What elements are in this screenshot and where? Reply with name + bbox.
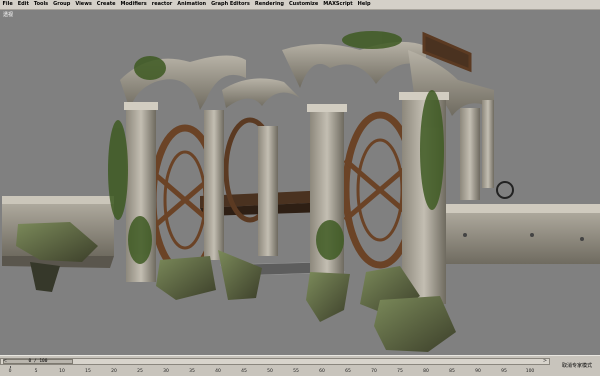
tick-label: 80 — [423, 369, 429, 374]
tick-label: 55 — [293, 369, 299, 374]
status-bar: 0 / 100 < > 0 5 10 15 20 25 30 35 40 45 … — [0, 355, 600, 376]
tick-label: 15 — [85, 369, 91, 374]
menu-customize[interactable]: Customize — [286, 0, 320, 9]
tick-label: 75 — [397, 369, 403, 374]
tick-label: 40 — [215, 369, 221, 374]
tick-label: 100 — [525, 369, 535, 374]
tick-label: 60 — [319, 369, 325, 374]
tick-label: 70 — [371, 369, 377, 374]
right-wall — [446, 204, 600, 264]
menu-tools[interactable]: Tools — [31, 0, 50, 9]
tick-label: 85 — [449, 369, 455, 374]
menu-edit[interactable]: Edit — [15, 0, 31, 9]
tick-mark — [10, 366, 11, 368]
expert-mode-button[interactable]: 取消专家模式 — [562, 362, 592, 369]
next-frame-arrow-icon[interactable]: > — [541, 359, 549, 364]
menu-bar: File Edit Tools Group Views Create Modif… — [0, 0, 600, 10]
menu-rendering[interactable]: Rendering — [252, 0, 286, 9]
rocks — [16, 222, 456, 352]
menu-help[interactable]: Help — [355, 0, 373, 9]
prev-frame-arrow-icon[interactable]: < — [1, 359, 9, 364]
scene-render — [2, 31, 600, 352]
metal-gear — [496, 181, 514, 199]
tick-label: 45 — [241, 369, 247, 374]
timeline-ruler[interactable]: 0 5 10 15 20 25 30 35 40 45 50 55 60 65 … — [0, 366, 550, 375]
time-slider[interactable]: 0 / 100 < > — [0, 358, 550, 365]
3dsmax-window: File Edit Tools Group Views Create Modif… — [0, 0, 600, 376]
perspective-viewport[interactable]: 透视 — [0, 10, 600, 355]
tick-label: 50 — [267, 369, 273, 374]
menu-animation[interactable]: Animation — [175, 0, 209, 9]
tick-label: 65 — [345, 369, 351, 374]
menu-file[interactable]: File — [0, 0, 15, 9]
time-slider-thumb[interactable]: 0 / 100 — [3, 359, 73, 364]
tick-label: 90 — [475, 369, 481, 374]
tick-label: 0 — [8, 369, 12, 374]
menu-modifiers[interactable]: Modifiers — [118, 0, 149, 9]
menu-reactor[interactable]: reactor — [149, 0, 175, 9]
menu-maxscript[interactable]: MAXScript — [321, 0, 355, 9]
menu-views[interactable]: Views — [73, 0, 94, 9]
tick-label: 30 — [163, 369, 169, 374]
menu-graph-editors[interactable]: Graph Editors — [209, 0, 253, 9]
tick-label: 35 — [189, 369, 195, 374]
frame-display: 0 / 100 — [28, 359, 48, 364]
tick-label: 10 — [59, 369, 65, 374]
tick-label: 5 — [34, 369, 38, 374]
menu-group[interactable]: Group — [51, 0, 73, 9]
tick-label: 25 — [137, 369, 143, 374]
tick-label: 20 — [111, 369, 117, 374]
viewport-label[interactable]: 透视 — [3, 11, 13, 18]
menu-create[interactable]: Create — [94, 0, 118, 9]
tick-label: 95 — [501, 369, 507, 374]
